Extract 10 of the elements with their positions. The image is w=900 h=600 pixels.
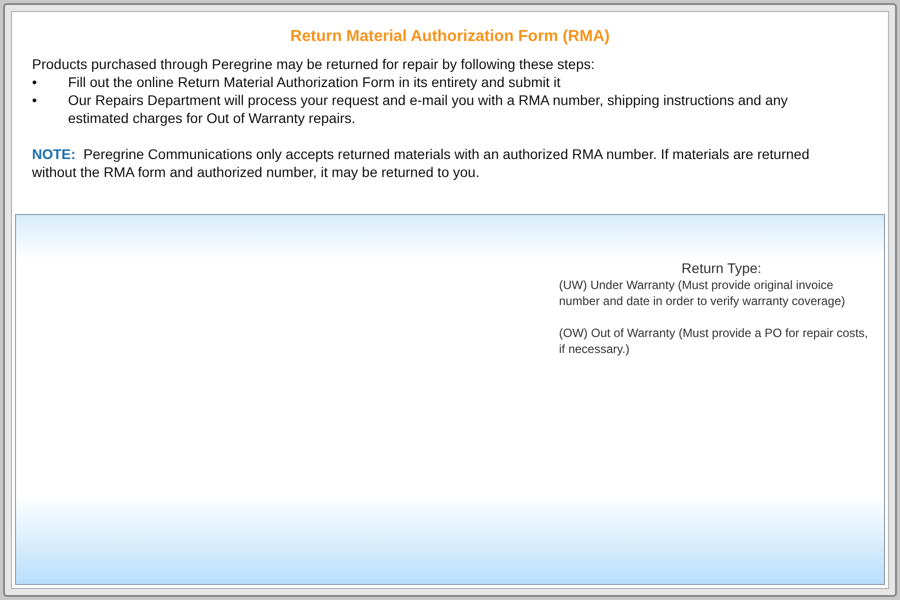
form-title: Return Material Authorization Form (RMA) — [290, 27, 610, 47]
note-text: NOTE: Peregrine Communications only accepts returned materials with an authorized RMA number. If materials are returned without the RMA form and authorized number, it may be returned to you. — [32, 145, 810, 181]
bullet: • — [32, 73, 38, 91]
step-text: Fill out the online Return Material Authorization Form in its entirety and submit it — [68, 73, 562, 91]
step-text: Our Repairs Department will process your request and e-mail you with a RMA number, shipping instructions and any estimated charges for Out of Warranty repairs. — [68, 91, 789, 127]
intro-text: Products purchased through Peregrine may be returned for repair by following these steps: — [32, 55, 596, 73]
return-type-description: (UW) Under Warranty (Must provide original invoice number and date in order to verify warranty coverage) — [559, 277, 846, 309]
bullet: • — [32, 91, 38, 110]
return-type-description: (OW) Out of Warranty (Must provide a PO for repair costs, if necessary.) — [559, 325, 869, 357]
return-type-heading: Return Type: — [680, 260, 762, 276]
